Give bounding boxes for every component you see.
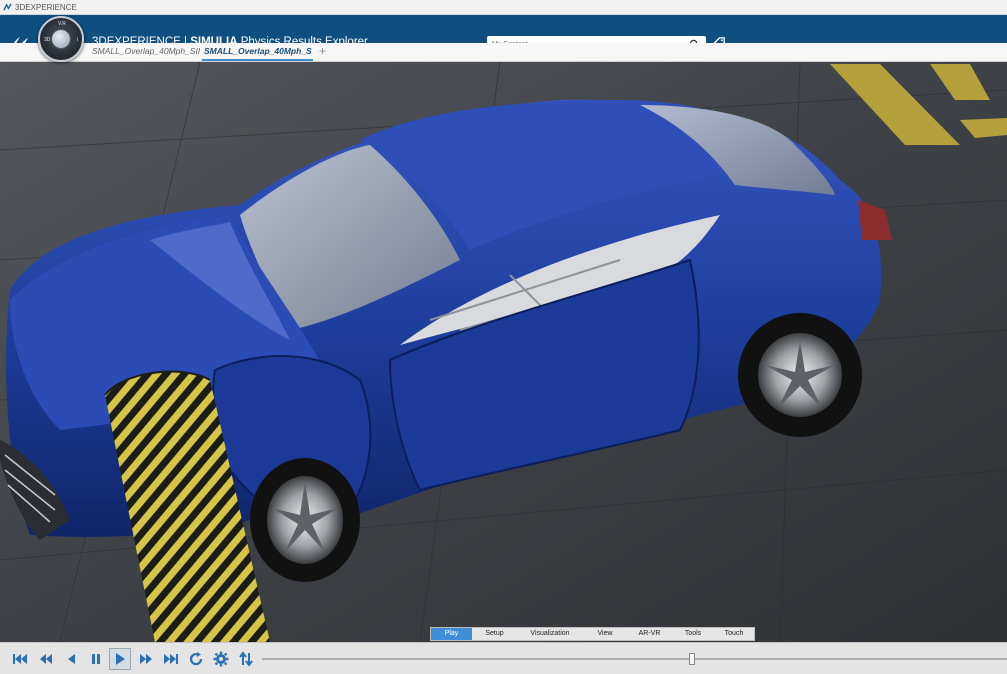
play-icon bbox=[116, 653, 125, 665]
loop-icon bbox=[189, 652, 203, 666]
app-logo-icon bbox=[3, 2, 12, 11]
tab-small-overlap-2[interactable]: SMALL_Overlap_40Mph_SI bbox=[204, 46, 312, 56]
gear-icon bbox=[213, 651, 229, 667]
play-button[interactable] bbox=[109, 648, 131, 670]
top-bar: 3DEXPERIENCE | SIMULIA Physics Results E… bbox=[0, 15, 1007, 53]
playback-toolbar bbox=[0, 642, 1007, 674]
3d-viewport[interactable] bbox=[0, 62, 1007, 642]
step-back-button[interactable] bbox=[60, 648, 82, 670]
window-title: 3DEXPERIENCE bbox=[15, 2, 77, 12]
last-frame-icon bbox=[164, 654, 178, 664]
loop-button[interactable] bbox=[185, 648, 207, 670]
timeline-thumb[interactable] bbox=[689, 653, 695, 665]
action-bar: Play Setup Visualization View AR-VR Tool… bbox=[430, 627, 755, 641]
window-titlebar: 3DEXPERIENCE bbox=[0, 0, 1007, 15]
fast-forward-icon bbox=[140, 654, 152, 664]
step-back-icon bbox=[68, 654, 75, 664]
timeline-track[interactable] bbox=[262, 658, 1007, 660]
first-frame-icon bbox=[13, 654, 27, 664]
swap-button[interactable] bbox=[235, 648, 257, 670]
compass-widget[interactable]: V.R 3D i bbox=[38, 16, 84, 62]
fast-rewind-button[interactable] bbox=[35, 648, 57, 670]
tab-play[interactable]: Play bbox=[431, 628, 472, 640]
front-wheel bbox=[250, 458, 360, 582]
compass-center[interactable] bbox=[51, 29, 71, 49]
pause-icon bbox=[92, 654, 100, 664]
tab-small-overlap-1[interactable]: SMALL_Overlap_40Mph_SIM bbox=[92, 46, 200, 56]
compass-label-left: 3D bbox=[44, 37, 51, 43]
tab-touch[interactable]: Touch bbox=[714, 628, 754, 640]
active-tab-indicator bbox=[202, 59, 313, 61]
tab-view[interactable]: View bbox=[583, 628, 627, 640]
document-tab-bar: SMALL_Overlap_40Mph_SIM SMALL_Overlap_40… bbox=[0, 43, 1007, 62]
tab-ar-vr[interactable]: AR-VR bbox=[627, 628, 672, 640]
tab-setup[interactable]: Setup bbox=[472, 628, 517, 640]
settings-button[interactable] bbox=[210, 648, 232, 670]
compass-label-top: V.R bbox=[58, 21, 66, 27]
rear-wheel bbox=[738, 313, 862, 437]
compass-label-right: i bbox=[77, 37, 79, 43]
fast-forward-button[interactable] bbox=[135, 648, 157, 670]
chevron-down-icon[interactable] bbox=[756, 627, 770, 639]
pause-button[interactable] bbox=[85, 648, 107, 670]
add-tab-button[interactable]: + bbox=[319, 44, 326, 58]
swap-arrows-icon bbox=[239, 651, 253, 667]
first-frame-button[interactable] bbox=[9, 648, 31, 670]
fast-rewind-icon bbox=[40, 654, 52, 664]
last-frame-button[interactable] bbox=[160, 648, 182, 670]
tab-tools[interactable]: Tools bbox=[672, 628, 714, 640]
tab-visualization[interactable]: Visualization bbox=[517, 628, 583, 640]
crash-scene bbox=[0, 62, 1007, 642]
app-window: 3DEXPERIENCE 3DEXPERIENCE | SIMULIA Phys… bbox=[0, 0, 1007, 674]
